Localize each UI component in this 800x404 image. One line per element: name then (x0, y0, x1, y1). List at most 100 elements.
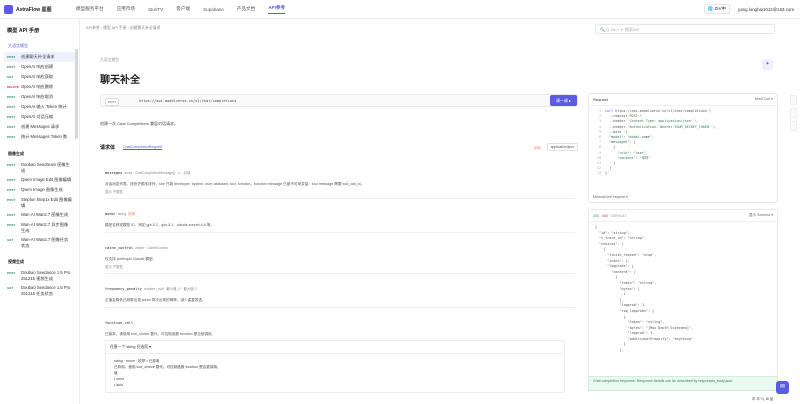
logo-text: AstraFlow 星图 (16, 6, 52, 13)
chat-icon[interactable]: ✉ (776, 381, 789, 394)
field-list: messages array · ChatCompletionMessage[] … (105, 158, 575, 397)
content-type-select[interactable]: application/json (546, 143, 578, 151)
sidebar-item-label: Doubao Seedream 图像生成 (21, 162, 70, 173)
sidebar-item-label: Qwen Image 图像生成 (21, 187, 63, 192)
field-type: string (117, 212, 127, 216)
method-tag: POST (7, 65, 16, 69)
nav-item[interactable]: 模型服务平台 (76, 6, 104, 12)
variant-select[interactable]: 任意一个 string 仍选项 ▾ (106, 341, 564, 354)
response-note: Chat completion response. Response detai… (588, 376, 778, 391)
sidebar-group-llm[interactable]: 大语言模型 (8, 43, 79, 49)
show-children-toggle[interactable]: 显示 子属性 (105, 189, 575, 194)
sidebar-scrollbar[interactable] (75, 49, 78, 139)
method-tag: POST (7, 125, 16, 129)
sidebar-item-label: Wan-AI Wan2.7 图像生成 (21, 212, 69, 217)
language-switch[interactable]: 🌐 ZH/中 (703, 4, 731, 14)
request-body-header: 请求体 ChatCompletionRequest 必填 application… (100, 142, 578, 152)
method-tag: POST (7, 55, 16, 59)
status-default-tab[interactable]: DEFAULT (611, 214, 627, 218)
logo[interactable]: AstraFlow 星图 (4, 4, 76, 14)
ai-assist-icon[interactable]: ✦ (762, 59, 773, 70)
method-tag: DELETE (7, 85, 19, 89)
method-tag: POST (7, 198, 16, 202)
sidebar-group-image[interactable]: 图像生成 (8, 151, 79, 157)
sidebar-item-label: Qwen Image Edit 图像编辑 (21, 177, 72, 182)
nav-item[interactable]: 应用市场 (117, 6, 135, 12)
sidebar-item[interactable]: POST OpenAI 对话压缩 (4, 112, 75, 122)
sidebar-item[interactable]: POST 统计 Messages Token 数 (4, 132, 75, 142)
sidebar-item[interactable]: POST Wan-AI Wan2.7 图像生成 (4, 210, 75, 220)
logo-icon (4, 4, 13, 14)
method-tag: POST (7, 115, 16, 119)
schema-link[interactable]: ChatCompletionRequest (123, 145, 162, 149)
sidebar-item-label: Stepfun Step1x Edit 图像编辑 (21, 197, 72, 208)
nav-item[interactable]: 产品文档 (237, 6, 255, 12)
nav-item[interactable]: 客户端 (176, 6, 190, 12)
sidebar-item[interactable]: POST OpenAI 输入 Token 统计 (4, 102, 75, 112)
field-desc: 模型名称或模型 ID，例如 gpt-5.2、glm-5.1、claude-son… (105, 223, 215, 227)
edge-button[interactable] (790, 108, 797, 118)
field-name: messages (105, 171, 123, 175)
field-name: cache_control (105, 246, 134, 250)
field-type: array · ChatCompletionMessage[] · 1... 必… (124, 171, 191, 175)
endpoint-url[interactable]: https://api.modelverse.cn/v1/chat/comple… (139, 99, 236, 103)
sidebar-item[interactable]: POST OpenAI 响应取消 (4, 92, 75, 102)
sidebar-item-label: OpenAI 对话压缩 (21, 114, 54, 119)
sidebar-item-label: 创建聊天补全请求 (21, 54, 55, 59)
sidebar-item[interactable]: POST Wan-AI Wan2.7 异步图像生成 (4, 220, 75, 235)
sidebar-item[interactable]: POST Qwen Image 图像生成 (4, 185, 75, 195)
method-tag: POST (7, 178, 16, 182)
required-badge: 必填 (533, 145, 541, 150)
sidebar: 模型 API 手册 大语言模型 POST 创建聊天补全请求 POST OpenAI 响… (0, 19, 80, 404)
sidebar-item[interactable]: POST OpenAI 响应创建 (4, 62, 75, 72)
sidebar-item[interactable]: POST Stepfun Step1x Edit 图像编辑 (4, 195, 75, 210)
method-tag: POST (7, 105, 16, 109)
user-email[interactable]: yang.longhai1012@163.com (738, 7, 794, 12)
field-name: function_call (105, 321, 134, 325)
method-badge: POST (105, 98, 120, 106)
right-panel: Request Shell Curl ▾ 1 curl https://api.m… (588, 93, 778, 384)
method-tag: POST (7, 188, 16, 192)
variant-select-box[interactable]: 任意一个 string 仍选项 ▾ string · enum · 枚举 • 已… (105, 340, 565, 393)
method-tag: GET (7, 75, 14, 79)
method-tag: POST (7, 163, 16, 167)
breadcrumb[interactable]: API参考 › 模型 API 手册 › 创建聊天补全请求 (86, 26, 584, 31)
request-code[interactable]: 1 curl https://api.modelverse.cn/v1/chat/… (589, 106, 777, 180)
sidebar-item[interactable]: DELETE OpenAI 响应删除 (4, 82, 75, 92)
search-input[interactable]: 🔍 Q Ctrl + K 搜索API (595, 24, 775, 34)
field-messages: messages array · ChatCompletionMessage[] … (105, 158, 575, 199)
sidebar-item[interactable]: POST Doubao Seedream 图像生成 (4, 160, 75, 175)
language-select[interactable]: Shell Curl ▾ (755, 97, 773, 102)
example-select[interactable]: Minimal text request ▾ (593, 195, 628, 199)
method-tag: GET (7, 238, 14, 242)
status-400-tab[interactable]: 400 (602, 214, 608, 218)
schema-toggle[interactable]: 显示 Schema ▾ (749, 213, 773, 218)
edge-button[interactable] (790, 121, 797, 131)
field-desc: 已废弃，请使用 tool_choice 替代。可控制函数 function 是否… (105, 332, 216, 336)
method-tag: POST (7, 95, 16, 99)
sidebar-item-label: OpenAI 输入 Token 统计 (21, 104, 67, 109)
bottom-toolbar[interactable]: 中 半 🔍 ⚙ 品 (752, 396, 773, 401)
nav-item[interactable]: API参考 (268, 5, 286, 14)
sidebar-item[interactable]: POST Qwen Image Edit 图像编辑 (4, 175, 75, 185)
nav-item[interactable]: StoriTV (148, 7, 163, 12)
sidebar-item[interactable]: POST 创建 Messages 请求 (4, 122, 75, 132)
top-bar: AstraFlow 星图 模型服务平台 应用市场 StoriTV 客户端 Supabas… (0, 0, 800, 19)
field-desc: 仅支持 Anthropic Claude 模型。 (105, 257, 157, 261)
response-code[interactable]: { "id": "string", "x_trace_id": "string"… (589, 222, 777, 357)
sidebar-item-label: OpenAI 响应获取 (21, 74, 54, 79)
show-children-toggle[interactable]: 显示 子属性 (105, 264, 575, 269)
sidebar-item[interactable]: POST 创建聊天补全请求 (4, 52, 75, 62)
sidebar-item[interactable]: GET OpenAI 响应获取 (4, 72, 75, 82)
sidebar-item-label: Wan-AI Wan2.7 图像任务状态 (21, 237, 69, 248)
nav-item[interactable]: Supabase (203, 7, 224, 12)
endpoint-bar: POST https://api.modelverse.cn/v1/chat/c… (100, 94, 578, 107)
sidebar-item[interactable]: GET Doubao Seedance 1.5 Pro 251215 任务状态 (4, 283, 75, 298)
edge-button[interactable] (790, 95, 797, 105)
sidebar-item[interactable]: GET Wan-AI Wan2.7 图像任务状态 (4, 235, 75, 250)
sidebar-item[interactable]: POST Doubao Seedance 1.5 Pro 251215 视频生成 (4, 268, 75, 283)
try-it-button[interactable]: 调一调 ▸ (550, 95, 577, 106)
status-200-tab[interactable]: 200 (593, 214, 599, 218)
sidebar-group-video[interactable]: 视频生成 (8, 259, 79, 265)
method-tag: POST (7, 213, 16, 217)
